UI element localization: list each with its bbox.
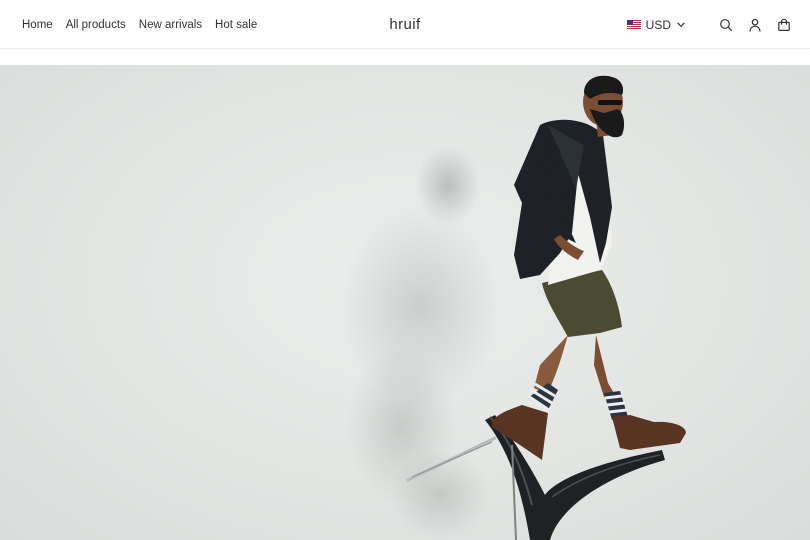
us-flag-icon <box>626 20 641 29</box>
search-button[interactable] <box>718 17 734 33</box>
currency-code: USD <box>645 17 671 32</box>
nav-all-products-link[interactable]: All products <box>66 19 126 31</box>
man-figure <box>491 75 686 460</box>
brand-logo[interactable]: hruif <box>389 16 420 33</box>
account-icon <box>749 18 761 32</box>
hero-banner[interactable] <box>0 65 810 540</box>
main-nav: Home All products New arrivals Hot sale <box>22 0 257 49</box>
cart-button[interactable] <box>776 17 792 33</box>
site-header: Home All products New arrivals Hot sale … <box>0 0 810 49</box>
cart-icon <box>778 18 790 31</box>
header-tools: USD <box>626 0 792 49</box>
nav-hot-sale-link[interactable]: Hot sale <box>215 19 257 31</box>
nav-new-arrivals-link[interactable]: New arrivals <box>139 19 202 31</box>
header-spacer <box>0 50 810 65</box>
search-icon <box>720 18 732 31</box>
chevron-down-icon <box>677 22 685 27</box>
wall-shadow <box>340 145 500 540</box>
account-button[interactable] <box>747 17 763 33</box>
hero-image <box>340 75 686 540</box>
nav-home-link[interactable]: Home <box>22 19 53 31</box>
currency-selector[interactable]: USD <box>626 17 685 32</box>
